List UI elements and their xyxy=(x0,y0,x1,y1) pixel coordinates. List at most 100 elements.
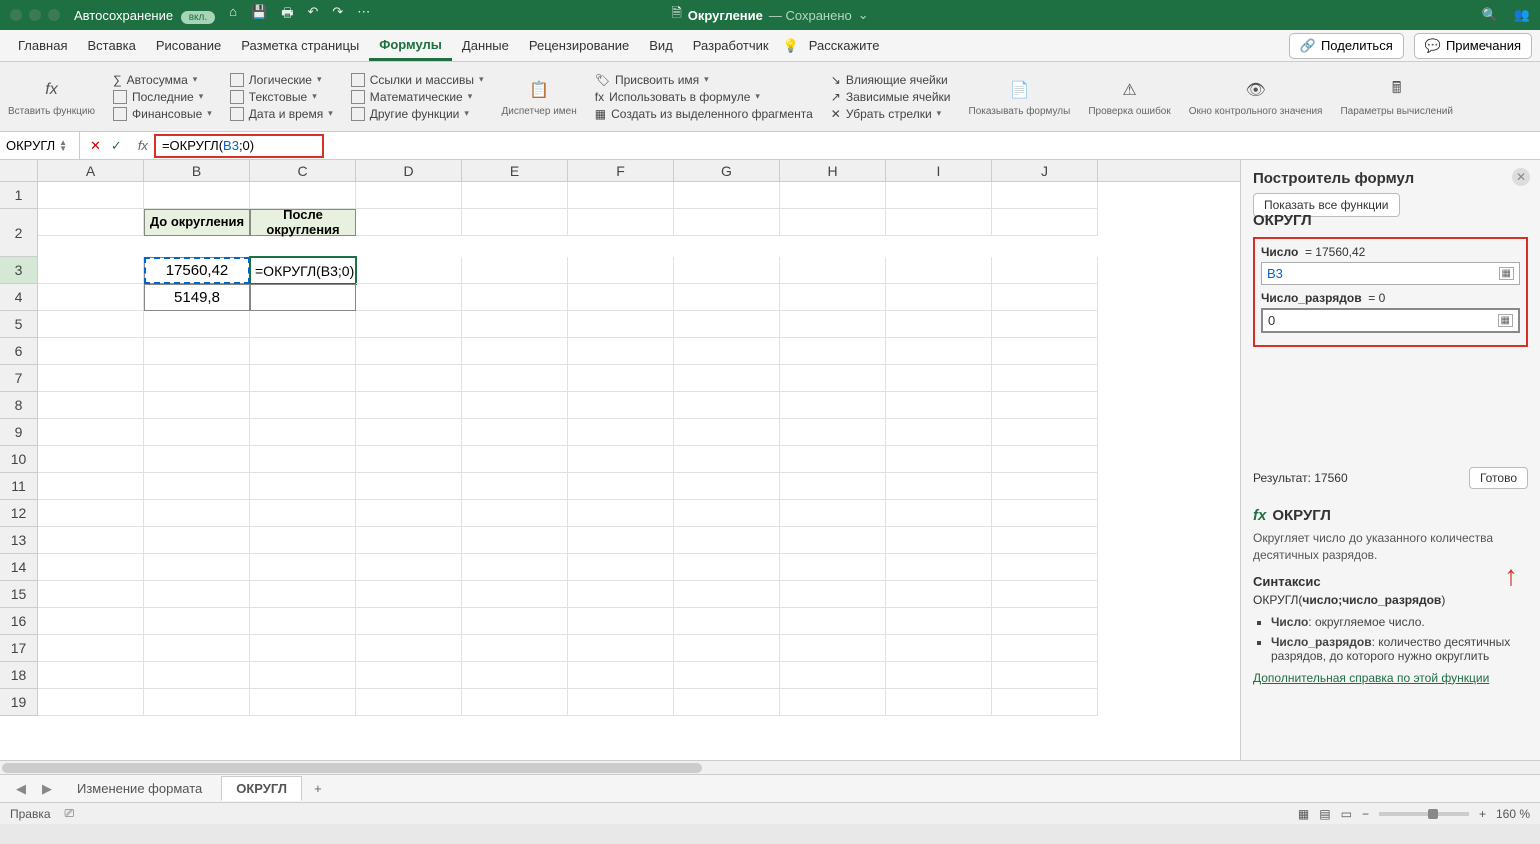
cell[interactable] xyxy=(886,311,992,338)
financial-button[interactable]: Финансовые▾ xyxy=(113,107,212,121)
cell[interactable] xyxy=(462,473,568,500)
cell[interactable]: 5149,8 xyxy=(144,284,250,311)
cell[interactable] xyxy=(356,365,462,392)
cell[interactable] xyxy=(992,473,1098,500)
done-button[interactable]: Готово xyxy=(1469,467,1528,489)
cell[interactable] xyxy=(992,500,1098,527)
cell[interactable] xyxy=(886,392,992,419)
cell[interactable] xyxy=(144,473,250,500)
cell[interactable] xyxy=(992,527,1098,554)
sheet-tab[interactable]: Изменение формата xyxy=(62,776,217,801)
calc-options-button[interactable]: 🖩Параметры вычислений xyxy=(1340,76,1452,117)
cell[interactable] xyxy=(780,608,886,635)
cell[interactable] xyxy=(992,608,1098,635)
cell[interactable] xyxy=(674,257,780,284)
cell[interactable] xyxy=(356,473,462,500)
search-icon[interactable]: 🔍 xyxy=(1482,7,1498,23)
cell[interactable] xyxy=(674,284,780,311)
logical-button[interactable]: Логические▾ xyxy=(230,73,333,87)
cell[interactable] xyxy=(250,689,356,716)
trace-dependents-button[interactable]: ↗Зависимые ячейки xyxy=(831,90,951,104)
share-icon[interactable]: 👥 xyxy=(1514,7,1530,23)
cell[interactable] xyxy=(780,554,886,581)
autosave-toggle[interactable]: вкл. xyxy=(181,11,215,24)
cell[interactable] xyxy=(462,338,568,365)
text-button[interactable]: Текстовые▾ xyxy=(230,90,333,104)
accept-formula-button[interactable]: ✓ xyxy=(111,138,122,154)
window-controls[interactable] xyxy=(10,9,60,21)
col-header[interactable]: C xyxy=(250,160,356,181)
cell[interactable] xyxy=(38,473,144,500)
cell[interactable] xyxy=(250,392,356,419)
cell[interactable] xyxy=(780,689,886,716)
cell[interactable] xyxy=(568,689,674,716)
cell[interactable] xyxy=(462,446,568,473)
cell[interactable] xyxy=(886,608,992,635)
cell[interactable] xyxy=(144,689,250,716)
cell[interactable] xyxy=(568,284,674,311)
cell[interactable] xyxy=(674,473,780,500)
col-header[interactable]: D xyxy=(356,160,462,181)
cell[interactable] xyxy=(886,284,992,311)
cell[interactable] xyxy=(356,662,462,689)
cell[interactable] xyxy=(250,473,356,500)
cell[interactable] xyxy=(886,527,992,554)
accessibility-icon[interactable]: ⎚ xyxy=(65,806,75,821)
cell[interactable] xyxy=(144,446,250,473)
cell[interactable] xyxy=(992,419,1098,446)
cell[interactable] xyxy=(144,581,250,608)
cell[interactable] xyxy=(462,257,568,284)
insert-function-button[interactable]: fx Вставить функцию xyxy=(8,76,95,117)
row-header[interactable]: 13 xyxy=(0,527,38,554)
error-check-button[interactable]: ⚠Проверка ошибок xyxy=(1088,76,1170,117)
cell[interactable] xyxy=(568,635,674,662)
cell[interactable] xyxy=(462,608,568,635)
cell[interactable] xyxy=(38,689,144,716)
help-link[interactable]: Дополнительная справка по этой функции xyxy=(1253,671,1528,685)
col-header[interactable]: F xyxy=(568,160,674,181)
range-picker-icon[interactable]: ▦ xyxy=(1498,314,1513,327)
cell[interactable] xyxy=(674,635,780,662)
zoom-in-button[interactable]: + xyxy=(1479,807,1486,821)
cell[interactable] xyxy=(568,446,674,473)
range-picker-icon[interactable]: ▦ xyxy=(1499,267,1514,280)
cell[interactable] xyxy=(992,689,1098,716)
cell[interactable] xyxy=(38,257,144,284)
cell[interactable] xyxy=(674,689,780,716)
sheet-nav-next[interactable]: ▶ xyxy=(36,781,58,797)
cell[interactable] xyxy=(780,338,886,365)
cell[interactable] xyxy=(674,662,780,689)
cell[interactable] xyxy=(462,419,568,446)
cell[interactable] xyxy=(144,500,250,527)
cell[interactable] xyxy=(780,446,886,473)
tab-developer[interactable]: Разработчик xyxy=(683,32,779,59)
cell[interactable] xyxy=(250,635,356,662)
cell[interactable] xyxy=(356,419,462,446)
cell[interactable] xyxy=(250,527,356,554)
zoom-level[interactable]: 160 % xyxy=(1496,807,1530,821)
cell[interactable] xyxy=(568,182,674,209)
cell[interactable] xyxy=(250,554,356,581)
cell[interactable] xyxy=(250,284,356,311)
cell[interactable] xyxy=(992,311,1098,338)
cell[interactable] xyxy=(38,419,144,446)
cell[interactable] xyxy=(144,662,250,689)
cell[interactable] xyxy=(38,500,144,527)
lookup-button[interactable]: Ссылки и массивы▾ xyxy=(351,73,484,87)
row-header[interactable]: 19 xyxy=(0,689,38,716)
cell[interactable] xyxy=(886,446,992,473)
cell[interactable] xyxy=(568,311,674,338)
row-header[interactable]: 9 xyxy=(0,419,38,446)
cell[interactable] xyxy=(144,554,250,581)
cell[interactable] xyxy=(674,419,780,446)
zoom-slider[interactable] xyxy=(1379,812,1469,816)
cell[interactable] xyxy=(356,581,462,608)
cell[interactable] xyxy=(38,284,144,311)
datetime-button[interactable]: Дата и время▾ xyxy=(230,107,333,121)
col-header[interactable]: B xyxy=(144,160,250,181)
home-icon[interactable]: ⌂ xyxy=(229,4,237,26)
cell[interactable] xyxy=(992,182,1098,209)
cell[interactable] xyxy=(992,365,1098,392)
row-header[interactable]: 17 xyxy=(0,635,38,662)
more-fn-button[interactable]: Другие функции▾ xyxy=(351,107,484,121)
